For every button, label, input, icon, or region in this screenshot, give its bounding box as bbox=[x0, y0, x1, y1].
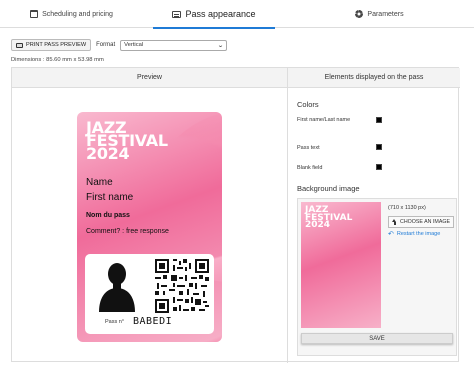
calendar-icon bbox=[30, 10, 39, 18]
column-divider bbox=[287, 88, 288, 363]
restart-image-link[interactable]: ↶ Restart the image bbox=[388, 230, 440, 238]
thumbnail-title-line: 2024 bbox=[305, 220, 331, 230]
preview-header: Preview bbox=[12, 68, 287, 88]
print-pass-preview-button[interactable]: PRINT PASS PREVIEW bbox=[11, 39, 92, 51]
badge-name: Name bbox=[86, 177, 113, 188]
dimensions-text: Dimensions : 85.60 mm x 53.98 mm bbox=[11, 57, 104, 63]
color-swatch-name[interactable] bbox=[376, 117, 382, 123]
toolbar: PRINT PASS PREVIEW Format Vertical ⌄ bbox=[11, 39, 228, 51]
background-image-box: JAZZ FESTIVAL 2024 (710 x 1130 px) CHOOS… bbox=[297, 198, 457, 356]
color-row-label: Pass text bbox=[297, 145, 320, 151]
tab-parameters[interactable]: Parameters bbox=[285, 0, 474, 28]
background-thumbnail: JAZZ FESTIVAL 2024 bbox=[301, 202, 381, 328]
color-swatch-blank-field[interactable] bbox=[376, 164, 382, 170]
background-image-title: Background image bbox=[297, 184, 457, 193]
background-image-heading: Background image bbox=[297, 184, 360, 193]
choose-image-button[interactable]: CHOOSE AN IMAGE bbox=[388, 216, 455, 228]
pass-preview: JAZZ FESTIVAL 2024 Name First name Nom d… bbox=[77, 112, 222, 342]
print-button-label: PRINT PASS PREVIEW bbox=[26, 42, 87, 48]
tab-pass-appearance[interactable]: Pass appearance bbox=[143, 0, 285, 29]
id-card-icon bbox=[172, 10, 182, 18]
chevron-down-icon: ⌄ bbox=[217, 42, 224, 49]
elements-header: Elements displayed on the pass bbox=[287, 68, 460, 88]
badge-pass-name: Nom du pass bbox=[86, 212, 130, 219]
color-swatch-pass-text[interactable] bbox=[376, 144, 382, 150]
badge-info-card: Pass n° BABEDI bbox=[85, 254, 214, 334]
gear-icon bbox=[355, 10, 364, 18]
color-row-label: First name/Last name bbox=[297, 117, 351, 123]
image-size-text: (710 x 1130 px) bbox=[388, 205, 426, 211]
badge-first-name: First name bbox=[86, 192, 134, 203]
format-select-value: Vertical bbox=[124, 42, 144, 48]
qr-code-icon bbox=[155, 259, 209, 313]
printer-icon bbox=[16, 42, 23, 48]
tab-label: Parameters bbox=[367, 10, 404, 18]
tab-scheduling-and-pricing[interactable]: Scheduling and pricing bbox=[0, 0, 143, 28]
colors-title: Colors bbox=[297, 100, 457, 109]
tab-bar: Scheduling and pricing Pass appearance P… bbox=[0, 0, 474, 29]
badge-event-title: JAZZ FESTIVAL 2024 bbox=[86, 120, 168, 162]
undo-icon: ↶ bbox=[388, 231, 394, 238]
upload-icon bbox=[392, 219, 397, 225]
thumbnail-title: JAZZ FESTIVAL 2024 bbox=[305, 206, 352, 230]
person-silhouette-icon bbox=[99, 263, 135, 312]
restart-image-label: Restart the image bbox=[396, 231, 441, 237]
tab-label: Scheduling and pricing bbox=[42, 10, 113, 18]
appearance-panel: Preview Elements displayed on the pass J… bbox=[11, 67, 460, 363]
format-label: Format bbox=[96, 42, 116, 48]
save-button[interactable]: SAVE bbox=[301, 333, 453, 344]
pass-number-label: Pass n° bbox=[105, 319, 125, 325]
color-row-label: Blank field bbox=[297, 165, 323, 171]
format-select[interactable]: Vertical ⌄ bbox=[120, 39, 228, 51]
choose-image-label: CHOOSE AN IMAGE bbox=[400, 219, 451, 225]
badge-comment: Comment? : free response bbox=[86, 228, 169, 235]
colors-heading: Colors bbox=[297, 100, 319, 109]
tab-label: Pass appearance bbox=[185, 9, 256, 19]
pass-number-value: BABEDI bbox=[133, 316, 173, 327]
